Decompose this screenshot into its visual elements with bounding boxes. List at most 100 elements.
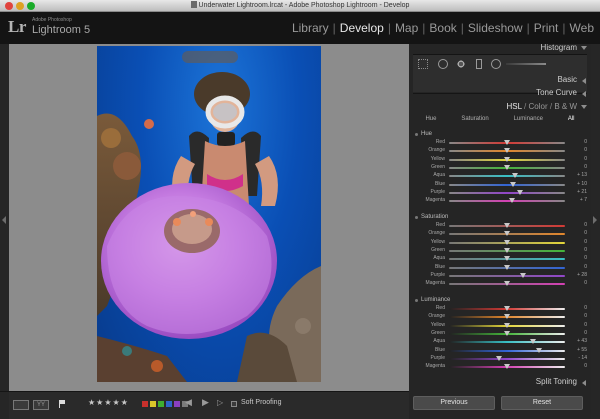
slider-thumb[interactable] bbox=[504, 148, 510, 154]
slider-track[interactable] bbox=[449, 349, 565, 352]
left-panel-toggle[interactable] bbox=[0, 44, 9, 391]
slider-value[interactable]: 0 bbox=[567, 264, 587, 270]
slider-value[interactable]: 0 bbox=[567, 255, 587, 261]
crop-overlay-icon[interactable] bbox=[418, 59, 428, 69]
slider-thumb[interactable] bbox=[509, 181, 516, 187]
slider-thumb[interactable] bbox=[504, 306, 510, 311]
slider-value[interactable]: + 55 bbox=[567, 347, 587, 353]
slider-value[interactable]: 0 bbox=[567, 322, 587, 328]
slider-thumb[interactable] bbox=[504, 364, 510, 370]
slider-track[interactable] bbox=[449, 183, 565, 186]
slider-value[interactable]: + 28 bbox=[567, 272, 587, 278]
slider-track[interactable] bbox=[449, 175, 565, 178]
adjustment-brush-icon[interactable] bbox=[506, 63, 546, 65]
slider-thumb[interactable] bbox=[516, 189, 523, 195]
previous-button[interactable]: Previous bbox=[413, 396, 495, 410]
play-slideshow-icon[interactable]: ▷ bbox=[217, 398, 223, 407]
basic-panel-header[interactable]: Basic bbox=[413, 75, 587, 87]
module-print[interactable]: Print bbox=[534, 21, 559, 35]
slider-thumb[interactable] bbox=[536, 347, 543, 353]
slider-thumb[interactable] bbox=[504, 223, 510, 228]
slider-value[interactable]: + 10 bbox=[567, 181, 587, 187]
hsl-tab-all[interactable]: All bbox=[564, 115, 579, 125]
slider-value[interactable]: 0 bbox=[567, 139, 587, 145]
slider-value[interactable]: 0 bbox=[567, 247, 587, 253]
slider-value[interactable]: 0 bbox=[567, 156, 587, 162]
slider-thumb[interactable] bbox=[529, 339, 536, 345]
graduated-filter-icon[interactable] bbox=[476, 59, 482, 69]
slider-track[interactable] bbox=[449, 191, 565, 194]
hsl-title[interactable]: HSL bbox=[507, 102, 522, 111]
hsl-panel-header[interactable]: HSL / Color / B & W bbox=[413, 102, 587, 114]
hsl-tab-luminance[interactable]: Luminance bbox=[510, 115, 547, 125]
radial-filter-icon[interactable] bbox=[491, 59, 501, 69]
slider-value[interactable]: + 43 bbox=[567, 338, 587, 344]
module-library[interactable]: Library bbox=[292, 21, 329, 35]
slider-value[interactable]: 0 bbox=[567, 305, 587, 311]
slider-value[interactable]: 0 bbox=[567, 239, 587, 245]
section-toggle-dot-icon[interactable] bbox=[415, 216, 418, 219]
slider-thumb[interactable] bbox=[504, 322, 510, 328]
color-title[interactable]: Color bbox=[529, 102, 548, 111]
slider-track[interactable] bbox=[449, 357, 565, 360]
slider-thumb[interactable] bbox=[508, 198, 515, 204]
image-canvas[interactable] bbox=[9, 44, 409, 391]
slider-value[interactable]: 0 bbox=[567, 313, 587, 319]
bw-title[interactable]: B & W bbox=[554, 102, 577, 111]
hsl-tab-saturation[interactable]: Saturation bbox=[457, 115, 492, 125]
module-slideshow[interactable]: Slideshow bbox=[468, 21, 523, 35]
photo-preview[interactable] bbox=[97, 46, 321, 382]
slider-thumb[interactable] bbox=[504, 156, 510, 162]
slider-thumb[interactable] bbox=[504, 231, 510, 237]
slider-track[interactable] bbox=[449, 341, 565, 344]
hsl-tab-hue[interactable]: Hue bbox=[421, 115, 440, 125]
color-label-swatch[interactable] bbox=[150, 401, 156, 407]
color-label-swatch[interactable] bbox=[158, 401, 164, 407]
slider-value[interactable]: 0 bbox=[567, 164, 587, 170]
slider-value[interactable]: 0 bbox=[567, 330, 587, 336]
slider-value[interactable]: 0 bbox=[567, 280, 587, 286]
slider-thumb[interactable] bbox=[504, 264, 510, 270]
color-label-swatch[interactable] bbox=[174, 401, 180, 407]
slider-value[interactable]: + 7 bbox=[567, 197, 587, 203]
slider-thumb[interactable] bbox=[512, 173, 519, 179]
slider-value[interactable]: + 13 bbox=[567, 172, 587, 178]
slider-thumb[interactable] bbox=[504, 330, 510, 336]
star-rating[interactable]: ★★★★★ bbox=[88, 398, 129, 407]
right-panel-toggle[interactable] bbox=[591, 44, 600, 419]
slider-thumb[interactable] bbox=[504, 164, 510, 170]
flag-icon[interactable] bbox=[59, 400, 65, 408]
slider-thumb[interactable] bbox=[504, 256, 510, 262]
slider-thumb[interactable] bbox=[504, 140, 510, 145]
color-label-swatch[interactable] bbox=[142, 401, 148, 407]
previous-photo-arrow-icon[interactable]: ◀ bbox=[185, 397, 192, 408]
next-photo-arrow-icon[interactable]: ▶ bbox=[202, 397, 209, 408]
slider-track[interactable] bbox=[449, 200, 565, 203]
slider-thumb[interactable] bbox=[520, 272, 527, 278]
soft-proofing-label[interactable]: Soft Proofing bbox=[241, 399, 281, 406]
reset-button[interactable]: Reset bbox=[501, 396, 583, 410]
color-label-swatch[interactable] bbox=[166, 401, 172, 407]
slider-value[interactable]: 0 bbox=[567, 222, 587, 228]
tone-curve-panel-header[interactable]: Tone Curve bbox=[413, 88, 587, 100]
soft-proofing-checkbox[interactable] bbox=[231, 401, 237, 407]
slider-thumb[interactable] bbox=[504, 239, 510, 245]
slider-value[interactable]: 0 bbox=[567, 230, 587, 236]
slider-thumb[interactable] bbox=[495, 355, 502, 361]
slider-thumb[interactable] bbox=[504, 281, 510, 287]
red-eye-icon[interactable] bbox=[456, 59, 466, 69]
slider-thumb[interactable] bbox=[504, 314, 510, 320]
module-web[interactable]: Web bbox=[570, 21, 594, 35]
slider-thumb[interactable] bbox=[504, 247, 510, 253]
slider-value[interactable]: + 21 bbox=[567, 189, 587, 195]
slider-track[interactable] bbox=[449, 274, 565, 277]
section-toggle-dot-icon[interactable] bbox=[415, 133, 418, 136]
before-after-button[interactable]: YY bbox=[33, 400, 49, 410]
section-toggle-dot-icon[interactable] bbox=[415, 299, 418, 302]
spot-removal-icon[interactable] bbox=[438, 59, 448, 69]
slider-value[interactable]: 0 bbox=[567, 363, 587, 369]
split-toning-panel-header[interactable]: Split Toning bbox=[413, 377, 587, 389]
slider-value[interactable]: 0 bbox=[567, 147, 587, 153]
slider-value[interactable]: - 14 bbox=[567, 355, 587, 361]
module-book[interactable]: Book bbox=[429, 21, 456, 35]
